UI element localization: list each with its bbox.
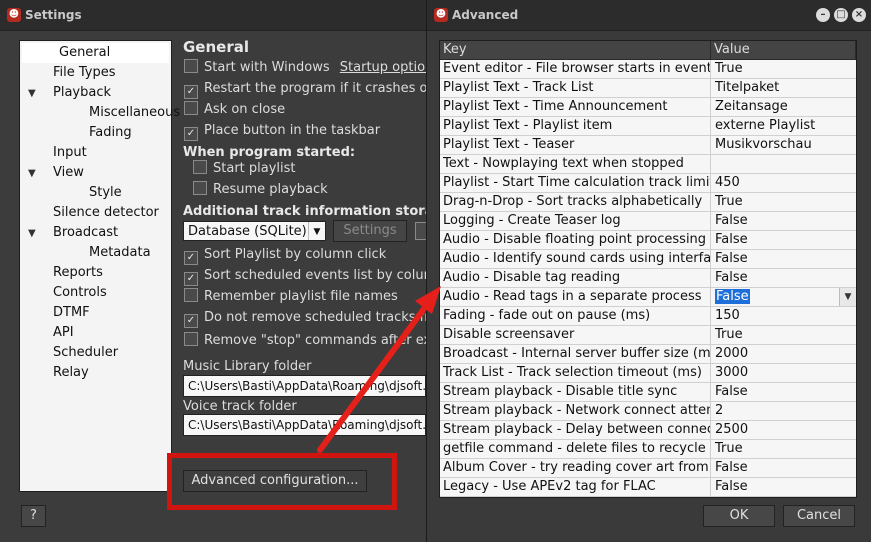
annotation-arrow (317, 286, 441, 453)
